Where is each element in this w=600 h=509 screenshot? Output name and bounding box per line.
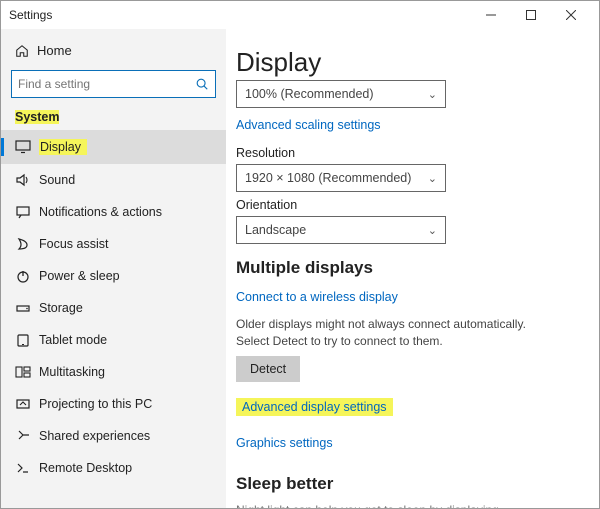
chevron-down-icon: ⌄ — [428, 172, 437, 185]
sidebar-item-label: Power & sleep — [39, 269, 120, 283]
sidebar-item-notifications[interactable]: Notifications & actions — [1, 196, 226, 228]
storage-icon — [15, 301, 39, 315]
sidebar-item-display[interactable]: Display — [1, 130, 226, 164]
sidebar-item-remote-desktop[interactable]: Remote Desktop — [1, 452, 226, 484]
sidebar-item-label: Focus assist — [39, 237, 108, 251]
sleep-better-heading: Sleep better — [236, 474, 581, 494]
chevron-down-icon: ⌄ — [428, 224, 437, 237]
multiple-displays-heading: Multiple displays — [236, 258, 581, 278]
chevron-down-icon: ⌄ — [428, 88, 437, 101]
graphics-settings-link[interactable]: Graphics settings — [236, 436, 333, 450]
close-button[interactable] — [551, 1, 591, 29]
category-label: System — [1, 104, 226, 130]
connect-wireless-link[interactable]: Connect to a wireless display — [236, 290, 398, 304]
advanced-scaling-link[interactable]: Advanced scaling settings — [236, 118, 381, 132]
sound-icon — [15, 173, 39, 187]
notifications-icon — [15, 205, 39, 219]
sidebar-item-label: Remote Desktop — [39, 461, 132, 475]
sidebar-item-tablet-mode[interactable]: Tablet mode — [1, 324, 226, 356]
search-field[interactable] — [18, 77, 195, 91]
nav-list: Display Sound Notifications & actions Fo… — [1, 130, 226, 484]
window-title: Settings — [9, 8, 471, 22]
sidebar-item-power-sleep[interactable]: Power & sleep — [1, 260, 226, 292]
titlebar: Settings — [1, 1, 599, 29]
older-displays-text: Older displays might not always connect … — [236, 316, 536, 350]
sidebar-item-storage[interactable]: Storage — [1, 292, 226, 324]
maximize-icon — [526, 10, 536, 20]
sidebar-item-label: Multitasking — [39, 365, 105, 379]
sidebar-item-label: Storage — [39, 301, 83, 315]
search-icon — [195, 77, 209, 91]
remote-desktop-icon — [15, 461, 39, 475]
scale-value: 100% (Recommended) — [245, 87, 428, 101]
search-input[interactable] — [11, 70, 216, 98]
detect-button[interactable]: Detect — [236, 356, 300, 382]
sidebar-item-label: Notifications & actions — [39, 205, 162, 219]
sidebar-item-label: Tablet mode — [39, 333, 107, 347]
projecting-icon — [15, 397, 39, 411]
content-pane: Display 100% (Recommended) ⌄ Advanced sc… — [226, 29, 599, 508]
home-label: Home — [37, 43, 72, 58]
focus-assist-icon — [15, 237, 39, 251]
resolution-label: Resolution — [236, 146, 581, 160]
sidebar: Home System Display Sound — [1, 29, 226, 508]
orientation-value: Landscape — [245, 223, 428, 237]
minimize-button[interactable] — [471, 1, 511, 29]
advanced-display-link[interactable]: Advanced display settings — [236, 398, 393, 416]
multitasking-icon — [15, 365, 39, 379]
settings-window: Settings Home — [0, 0, 600, 509]
sidebar-item-projecting[interactable]: Projecting to this PC — [1, 388, 226, 420]
sidebar-item-multitasking[interactable]: Multitasking — [1, 356, 226, 388]
orientation-dropdown[interactable]: Landscape ⌄ — [236, 216, 446, 244]
sidebar-item-label: Display — [39, 139, 87, 155]
sidebar-item-label: Shared experiences — [39, 429, 150, 443]
scale-dropdown[interactable]: 100% (Recommended) ⌄ — [236, 80, 446, 108]
resolution-dropdown[interactable]: 1920 × 1080 (Recommended) ⌄ — [236, 164, 446, 192]
sidebar-item-focus-assist[interactable]: Focus assist — [1, 228, 226, 260]
minimize-icon — [486, 10, 496, 20]
home-button[interactable]: Home — [1, 35, 226, 66]
shared-icon — [15, 429, 39, 443]
resolution-value: 1920 × 1080 (Recommended) — [245, 171, 428, 185]
sidebar-item-label: Projecting to this PC — [39, 397, 152, 411]
tablet-icon — [15, 333, 39, 347]
page-title: Display — [236, 47, 581, 78]
orientation-label: Orientation — [236, 198, 581, 212]
sleep-better-text: Night light can help you get to sleep by… — [236, 502, 536, 508]
sidebar-item-label: Sound — [39, 173, 75, 187]
sidebar-item-sound[interactable]: Sound — [1, 164, 226, 196]
maximize-button[interactable] — [511, 1, 551, 29]
sidebar-item-shared-experiences[interactable]: Shared experiences — [1, 420, 226, 452]
display-icon — [15, 140, 39, 154]
close-icon — [566, 10, 576, 20]
home-icon — [15, 44, 37, 58]
power-icon — [15, 269, 39, 283]
